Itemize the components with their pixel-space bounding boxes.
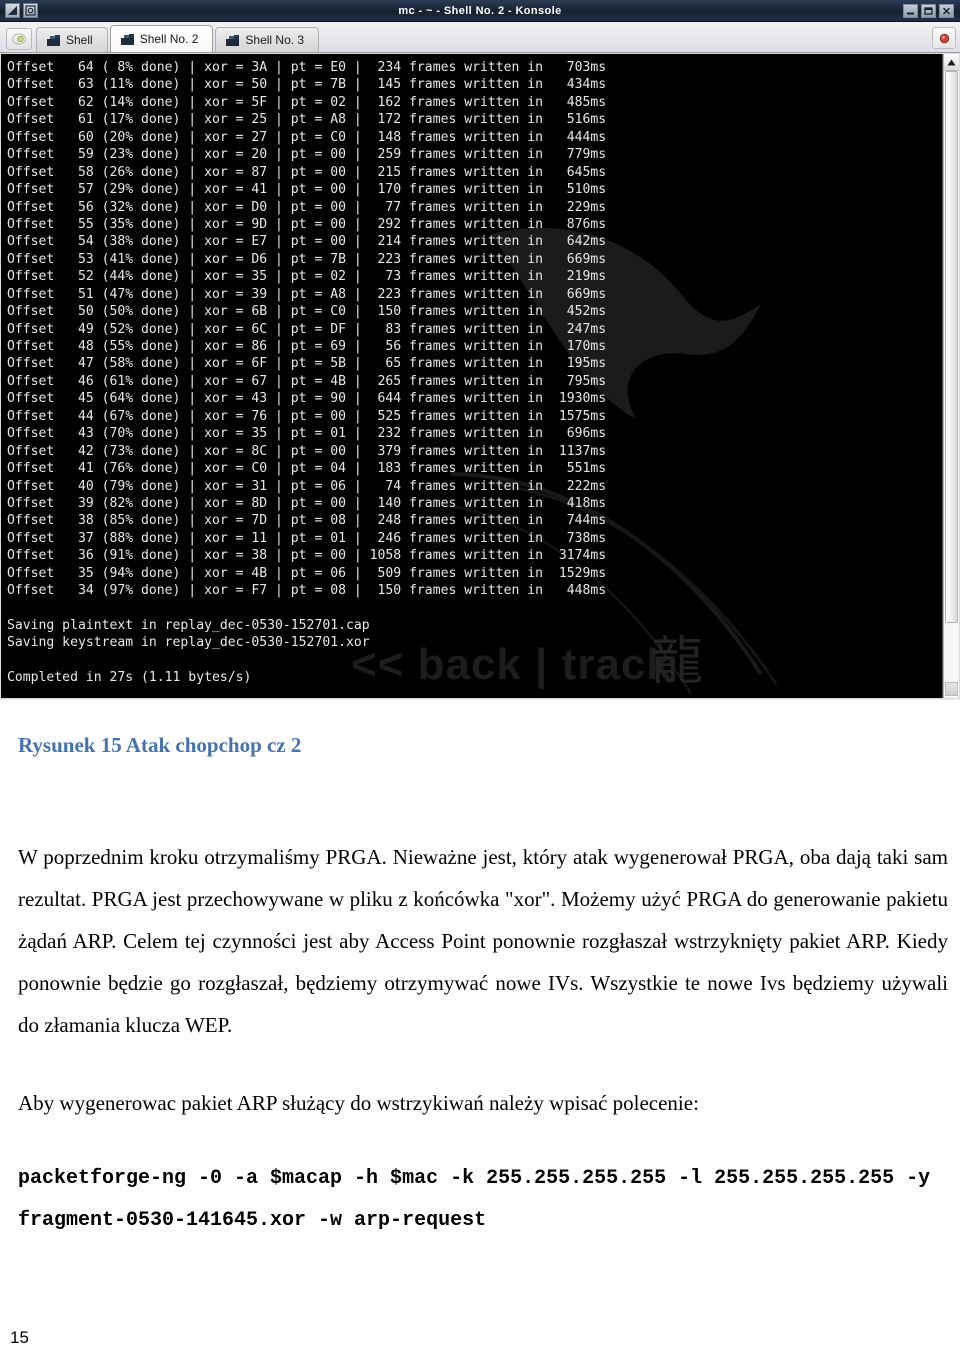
terminal-line: Offset 60 (20% done) | xor = 27 | pt = C…: [7, 129, 607, 145]
window-controls: [903, 3, 958, 18]
window-title: mc - ~ - Shell No. 2 - Konsole: [398, 4, 562, 17]
terminal-line: Offset 51 (47% done) | xor = 39 | pt = A…: [7, 286, 607, 302]
document-body: Rysunek 15 Atak chopchop cz 2 W poprzedn…: [0, 700, 960, 1242]
terminal-line: Completed in 27s (1.11 bytes/s): [7, 670, 252, 686]
command-block: packetforge-ng -0 -a $macap -h $mac -k 2…: [18, 1167, 943, 1232]
terminal-lines: Offset 64 ( 8% done) | xor = 3A | pt = E…: [1, 54, 942, 687]
terminal-line: Offset 39 (82% done) | xor = 8D | pt = 0…: [7, 495, 607, 511]
terminal-line: Offset 62 (14% done) | xor = 5F | pt = 0…: [7, 94, 607, 110]
terminal-line: Offset 38 (85% done) | xor = 7D | pt = 0…: [7, 513, 607, 529]
sidebar-item-shell-no-2[interactable]: Shell No. 2: [109, 25, 214, 52]
terminal-icon: [226, 34, 240, 46]
maximize-icon[interactable]: [921, 3, 936, 18]
terminal-line: Offset 54 (38% done) | xor = E7 | pt = 0…: [7, 234, 607, 250]
window-titlebar[interactable]: mc - ~ - Shell No. 2 - Konsole: [0, 0, 960, 22]
page-number: 15: [10, 1328, 29, 1347]
terminal-line: Offset 49 (52% done) | xor = 6C | pt = D…: [7, 321, 607, 337]
terminal-line: Saving plaintext in replay_dec-0530-1527…: [7, 618, 370, 633]
window-menu-icon[interactable]: [5, 3, 20, 18]
terminal-output[interactable]: << back | track 龍 Offset 64 ( 8% done) |…: [1, 54, 943, 698]
terminal-line: Offset 53 (41% done) | xor = D6 | pt = 7…: [7, 251, 607, 267]
terminal-line: Offset 61 (17% done) | xor = 25 | pt = A…: [7, 112, 607, 128]
terminal-line: Offset 55 (35% done) | xor = 9D | pt = 0…: [7, 216, 607, 232]
close-session-icon[interactable]: [932, 27, 956, 49]
terminal-line: Offset 35 (94% done) | xor = 4B | pt = 0…: [7, 565, 607, 581]
terminal-line: Offset 41 (76% done) | xor = C0 | pt = 0…: [7, 461, 607, 477]
terminal-line: Offset 59 (23% done) | xor = 20 | pt = 0…: [7, 147, 607, 163]
terminal-line: Offset 58 (26% done) | xor = 87 | pt = 0…: [7, 164, 607, 180]
terminal-area: << back | track 龍 Offset 64 ( 8% done) |…: [0, 53, 960, 699]
session-icon[interactable]: [23, 3, 38, 18]
terminal-line: Offset 57 (29% done) | xor = 41 | pt = 0…: [7, 182, 607, 198]
close-icon[interactable]: [939, 3, 954, 18]
terminal-line: Offset 50 (50% done) | xor = 6B | pt = C…: [7, 304, 607, 320]
terminal-scrollbar[interactable]: [943, 54, 959, 698]
scrollbar-thumb[interactable]: [945, 71, 958, 623]
terminal-line: Offset 45 (64% done) | xor = 43 | pt = 9…: [7, 391, 607, 407]
terminal-line: Offset 64 ( 8% done) | xor = 3A | pt = E…: [7, 60, 607, 75]
paragraph-1: W poprzednim kroku otrzymaliśmy PRGA. Ni…: [18, 845, 948, 1037]
konsole-window: mc - ~ - Shell No. 2 - Konsole Shell She…: [0, 0, 960, 700]
tab-label: Shell No. 2: [139, 32, 199, 46]
paragraph-2: Aby wygenerowac pakiet ARP służący do ws…: [18, 1091, 699, 1115]
terminal-line: Offset 40 (79% done) | xor = 31 | pt = 0…: [7, 478, 607, 494]
terminal-line: Offset 46 (61% done) | xor = 67 | pt = 4…: [7, 373, 607, 389]
new-session-icon[interactable]: [6, 28, 32, 50]
session-tabbar: Shell Shell No. 2 Shell No. 3: [0, 22, 960, 53]
terminal-line: Offset 36 (91% done) | xor = 38 | pt = 0…: [7, 548, 607, 564]
terminal-line: Offset 42 (73% done) | xor = 8C | pt = 0…: [7, 443, 607, 459]
sidebar-item-shell-no-3[interactable]: Shell No. 3: [215, 27, 320, 52]
terminal-line: Offset 44 (67% done) | xor = 76 | pt = 0…: [7, 408, 607, 424]
scroll-up-icon[interactable]: [944, 54, 959, 71]
terminal-icon: [120, 33, 134, 45]
terminal-line: Offset 34 (97% done) | xor = F7 | pt = 0…: [7, 583, 607, 599]
sidebar-item-shell[interactable]: Shell: [36, 27, 108, 52]
minimize-icon[interactable]: [903, 3, 918, 18]
terminal-line: Offset 63 (11% done) | xor = 50 | pt = 7…: [7, 77, 607, 93]
terminal-line: Offset 56 (32% done) | xor = D0 | pt = 0…: [7, 199, 607, 215]
figure-caption: Rysunek 15 Atak chopchop cz 2: [18, 733, 302, 757]
scrollbar-grip[interactable]: [945, 682, 958, 696]
terminal-line: Offset 47 (58% done) | xor = 6F | pt = 5…: [7, 356, 607, 372]
terminal-line: Offset 37 (88% done) | xor = 11 | pt = 0…: [7, 530, 607, 546]
tab-label: Shell: [66, 33, 93, 47]
tab-label: Shell No. 3: [245, 33, 305, 47]
terminal-line: Saving keystream in replay_dec-0530-1527…: [7, 635, 370, 651]
terminal-line: Offset 48 (55% done) | xor = 86 | pt = 6…: [7, 339, 607, 354]
terminal-line: Offset 43 (70% done) | xor = 35 | pt = 0…: [7, 426, 607, 442]
titlebar-left-icons: [2, 3, 38, 18]
terminal-icon: [47, 34, 60, 46]
scrollbar-track[interactable]: [944, 71, 959, 698]
terminal-line: Offset 52 (44% done) | xor = 35 | pt = 0…: [7, 269, 607, 285]
